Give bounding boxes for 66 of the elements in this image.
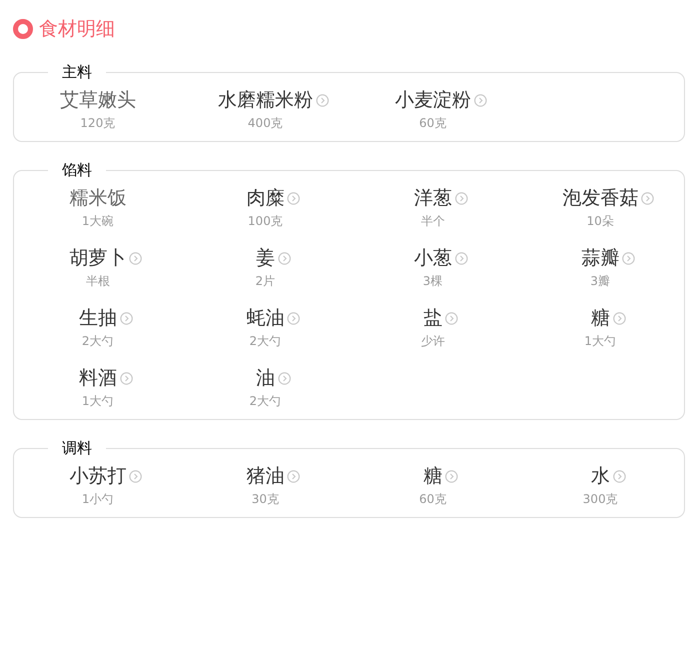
ingredient-name[interactable]: 蒜瓣 <box>581 247 620 269</box>
ingredient-name[interactable]: 料酒 <box>78 367 117 389</box>
chevron-circle-icon[interactable] <box>278 252 291 265</box>
ingredient-amount: 2大勺 <box>82 333 114 350</box>
chevron-circle-icon[interactable] <box>120 312 133 325</box>
ingredient-name[interactable]: 洋葱 <box>414 187 452 209</box>
ingredient-name[interactable]: 胡萝卜 <box>69 247 126 269</box>
ingredient-amount: 3棵 <box>422 273 443 290</box>
chevron-circle-icon[interactable] <box>316 94 329 107</box>
ingredient-name[interactable]: 泡发香菇 <box>562 187 638 209</box>
ingredient-name[interactable]: 小麦淀粉 <box>394 89 471 111</box>
ingredient-name[interactable]: 糖 <box>590 307 610 329</box>
chevron-circle-icon[interactable] <box>641 192 654 205</box>
ingredient-name[interactable]: 小葱 <box>414 247 452 269</box>
ingredient-amount: 10朵 <box>586 213 614 230</box>
chevron-circle-icon[interactable] <box>474 94 487 107</box>
chevron-circle-icon[interactable] <box>287 192 300 205</box>
group-label: 馅料 <box>48 161 106 179</box>
ingredient-name[interactable]: 小苏打 <box>69 465 126 487</box>
ring-icon <box>13 19 33 39</box>
ingredient-name[interactable]: 生抽 <box>78 307 117 329</box>
ingredient-amount: 3瓣 <box>590 273 610 290</box>
ingredient-amount: 2大勺 <box>249 393 282 410</box>
ingredient-name[interactable]: 糖 <box>423 465 442 487</box>
chevron-circle-icon[interactable] <box>287 312 300 325</box>
chevron-circle-icon[interactable] <box>287 470 300 483</box>
ingredient-amount: 1大勺 <box>584 333 616 350</box>
ingredient-amount: 2片 <box>255 273 276 290</box>
ingredient-amount: 120克 <box>80 115 116 132</box>
ingredient-amount: 60克 <box>419 491 446 508</box>
ingredient-amount: 2大勺 <box>249 333 282 350</box>
ingredient-amount: 30克 <box>252 491 279 508</box>
chevron-circle-icon[interactable] <box>445 470 458 483</box>
ingredient-amount: 半个 <box>420 213 445 230</box>
ingredient-name[interactable]: 油 <box>256 367 275 389</box>
ingredient-name[interactable]: 盐 <box>423 307 442 329</box>
chevron-circle-icon[interactable] <box>120 372 133 385</box>
chevron-circle-icon[interactable] <box>612 312 626 325</box>
group-label: 调料 <box>48 439 106 457</box>
chevron-circle-icon[interactable] <box>129 252 142 265</box>
chevron-circle-icon[interactable] <box>612 470 626 483</box>
ingredient-amount: 300克 <box>582 491 618 508</box>
ingredient-amount: 1小勺 <box>82 491 114 508</box>
chevron-circle-icon[interactable] <box>278 372 291 385</box>
ingredient-name: 艾草嫩头 <box>60 89 136 111</box>
chevron-circle-icon[interactable] <box>129 470 142 483</box>
ingredient-name[interactable]: 水磨糯米粉 <box>218 89 313 111</box>
ingredient-amount: 1大勺 <box>82 393 114 410</box>
ingredient-amount: 60克 <box>419 115 446 132</box>
chevron-circle-icon[interactable] <box>454 252 468 265</box>
ingredient-amount: 半根 <box>86 273 110 290</box>
chevron-circle-icon[interactable] <box>622 252 636 265</box>
section-title: 食材明细 <box>39 17 115 42</box>
ingredient-amount: 少许 <box>420 333 445 350</box>
ingredient-name: 糯米饭 <box>69 187 126 209</box>
ingredient-name[interactable]: 猪油 <box>246 465 284 487</box>
ingredient-name[interactable]: 姜 <box>256 247 275 269</box>
chevron-circle-icon[interactable] <box>445 312 458 325</box>
chevron-circle-icon[interactable] <box>454 192 468 205</box>
ingredient-amount: 1大碗 <box>82 213 114 230</box>
ingredient-amount: 400克 <box>248 115 283 132</box>
ingredient-name[interactable]: 蚝油 <box>246 307 284 329</box>
ingredient-name[interactable]: 肉糜 <box>246 187 284 209</box>
ingredient-amount: 100克 <box>248 213 283 230</box>
group-label: 主料 <box>48 63 106 81</box>
ingredient-name[interactable]: 水 <box>590 465 610 487</box>
